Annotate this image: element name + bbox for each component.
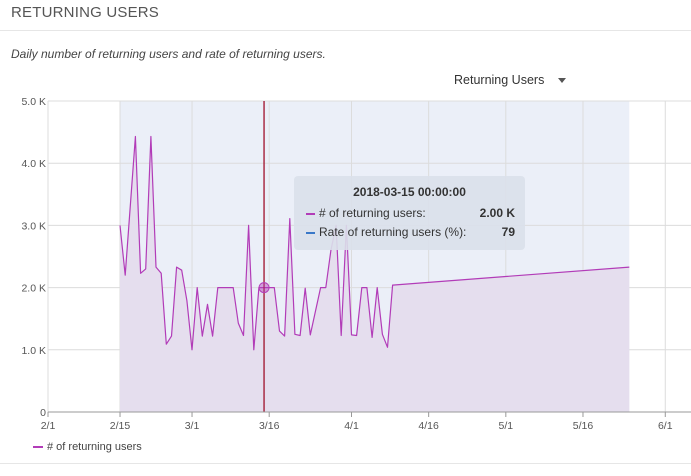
y-tick-label: 3.0 K <box>21 220 46 232</box>
chart-tooltip: 2018-03-15 00:00:00 # of returning users… <box>294 176 525 250</box>
x-tick-label: 4/16 <box>418 420 439 432</box>
divider <box>0 463 691 464</box>
legend-swatch <box>33 446 43 448</box>
tooltip-title: 2018-03-15 00:00:00 <box>353 185 466 199</box>
tooltip-row-returning-users: # of returning users: 2.00 K <box>306 206 515 222</box>
legend-label: # of returning users <box>47 441 142 453</box>
x-tick-label: 3/16 <box>259 420 280 432</box>
x-tick-label: 4/1 <box>344 420 359 432</box>
highlight-point[interactable] <box>258 282 270 294</box>
tooltip-label: Rate of returning users (%): <box>319 225 467 239</box>
tooltip-label: # of returning users: <box>319 206 426 220</box>
y-tick-label: 4.0 K <box>21 158 46 170</box>
y-tick-label: 1.0 K <box>21 345 46 357</box>
x-tick-label: 2/1 <box>41 420 56 432</box>
tooltip-swatch-returning-users <box>306 213 315 215</box>
tooltip-swatch-rate <box>306 232 315 234</box>
y-tick-label: 0 <box>40 407 46 419</box>
x-tick-label: 3/1 <box>185 420 200 432</box>
y-tick-label: 5.0 K <box>21 96 46 108</box>
x-tick-label: 5/1 <box>499 420 514 432</box>
tooltip-value: 2.00 K <box>479 206 515 220</box>
y-tick-label: 2.0 K <box>21 283 46 295</box>
tooltip-value: 79 <box>501 225 515 239</box>
x-tick-label: 5/16 <box>573 420 594 432</box>
x-tick-label: 6/1 <box>658 420 673 432</box>
x-tick-label: 2/15 <box>110 420 131 432</box>
tooltip-row-rate: Rate of returning users (%): 79 <box>306 225 515 241</box>
chart-legend[interactable]: # of returning users <box>33 441 142 453</box>
